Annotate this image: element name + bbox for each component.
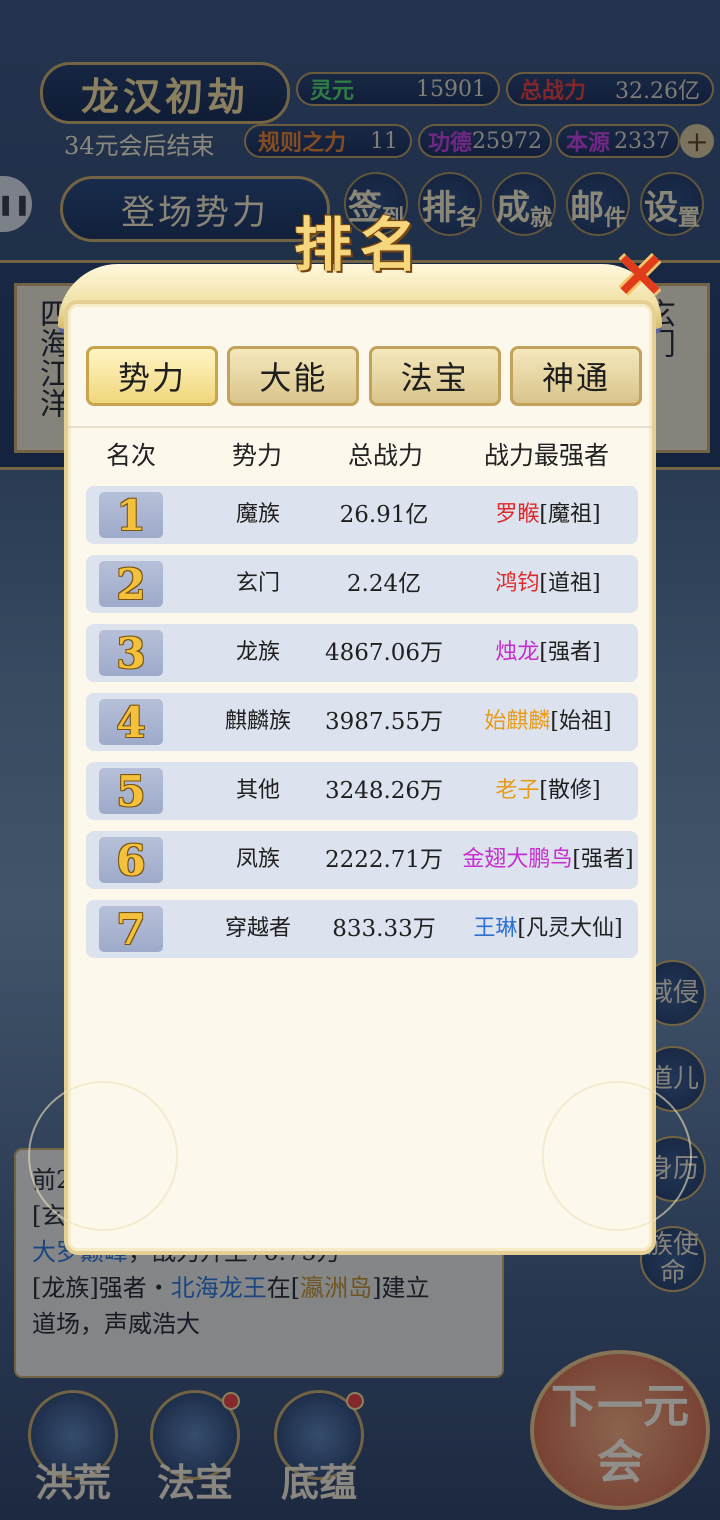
row-power: 2222.71万	[324, 847, 444, 873]
top-player-title: [魔祖]	[539, 502, 601, 527]
row-power: 2.24亿	[346, 571, 422, 597]
table-row[interactable]: 2 玄门 2.24亿 鸿钧[道祖]	[86, 555, 638, 613]
modal-title: 排名	[293, 211, 426, 279]
row-faction: 魔族	[235, 502, 280, 527]
rank-badge: 1	[99, 491, 163, 540]
row-top-player: 烛龙[强者]	[448, 624, 648, 682]
top-player-title: [道祖]	[539, 571, 601, 596]
top-player-name: 金翅大鹏鸟	[462, 847, 573, 872]
row-faction: 穿越者	[224, 916, 291, 941]
ranking-panel: 势力 大能 法宝 神通 名次 势力 总战力 战力最强者 1 魔族 26.91亿 罗睺[…	[28, 300, 692, 1255]
table-row[interactable]: 6 凤族 2222.71万 金翅大鹏鸟[强者]	[86, 831, 638, 889]
top-player-name: 鸿钧	[495, 571, 540, 596]
table-row[interactable]: 5 其他 3248.26万 老子[散修]	[86, 762, 638, 820]
cloud-decoration	[28, 1081, 178, 1231]
row-power: 3248.26万	[324, 778, 444, 804]
row-faction: 凤族	[235, 847, 280, 872]
column-top: 战力最强者	[484, 441, 610, 470]
rank-badge: 6	[99, 836, 163, 885]
top-player-title: [强者]	[539, 640, 601, 665]
row-power: 26.91亿	[339, 502, 429, 528]
row-faction: 麒麟族	[224, 709, 291, 734]
column-faction: 势力	[232, 441, 283, 470]
row-top-player: 始麒麟[始祖]	[448, 693, 648, 751]
rank-badge: 2	[99, 560, 163, 609]
ranking-rows: 1 魔族 26.91亿 罗睺[魔祖] 2 玄门 2.24亿 鸿钧[道祖] 3 龙族 4867.06万…	[86, 486, 638, 969]
ranking-tabs: 势力 大能 法宝 神通	[86, 346, 642, 408]
row-top-player: 老子[散修]	[448, 762, 648, 820]
top-player-name: 老子	[495, 778, 540, 803]
tab-faction[interactable]: 势力	[86, 346, 218, 406]
top-player-title: [强者]	[572, 847, 634, 872]
column-rank: 名次	[106, 441, 157, 470]
divider	[68, 426, 652, 428]
rank-badge: 4	[99, 698, 163, 747]
top-player-name: 烛龙	[495, 640, 540, 665]
rank-badge: 3	[99, 629, 163, 678]
top-player-title: [散修]	[539, 778, 601, 803]
ranking-modal: 排名 ✕ 势力 大能 法宝 神通 名次 势力 总战力 战力最强者 1 魔族 26.9…	[28, 200, 692, 1260]
row-power: 4867.06万	[324, 640, 444, 666]
tab-great-power[interactable]: 大能	[227, 346, 360, 406]
top-player-title: [始祖]	[550, 709, 612, 734]
table-row[interactable]: 3 龙族 4867.06万 烛龙[强者]	[86, 624, 638, 682]
top-player-name: 王琳	[473, 916, 518, 941]
row-faction: 其他	[235, 778, 280, 803]
top-player-name: 罗睺	[495, 502, 540, 527]
row-top-player: 罗睺[魔祖]	[448, 486, 648, 544]
row-top-player: 王琳[凡灵大仙]	[448, 900, 648, 958]
top-player-name: 始麒麟	[484, 709, 551, 734]
rank-badge: 5	[99, 767, 163, 816]
rank-badge: 7	[99, 905, 163, 954]
table-row[interactable]: 4 麒麟族 3987.55万 始麒麟[始祖]	[86, 693, 638, 751]
top-player-title: [凡灵大仙]	[517, 916, 623, 941]
tab-treasure[interactable]: 法宝	[368, 346, 501, 406]
close-icon[interactable]: ✕	[610, 245, 670, 307]
row-faction: 玄门	[235, 571, 280, 596]
modal-title-wrap: 排名	[54, 200, 666, 280]
table-row[interactable]: 1 魔族 26.91亿 罗睺[魔祖]	[86, 486, 638, 544]
row-top-player: 金翅大鹏鸟[强者]	[448, 831, 648, 889]
row-faction: 龙族	[235, 640, 280, 665]
row-top-player: 鸿钧[道祖]	[448, 555, 648, 613]
column-power: 总战力	[348, 441, 424, 470]
cloud-decoration	[542, 1081, 692, 1231]
table-row[interactable]: 7 穿越者 833.33万 王琳[凡灵大仙]	[86, 900, 638, 958]
tab-divine-skill[interactable]: 神通	[509, 346, 642, 406]
row-power: 833.33万	[332, 916, 436, 942]
row-power: 3987.55万	[324, 709, 444, 735]
ranking-table-header: 名次 势力 总战力 战力最强者	[86, 436, 652, 480]
